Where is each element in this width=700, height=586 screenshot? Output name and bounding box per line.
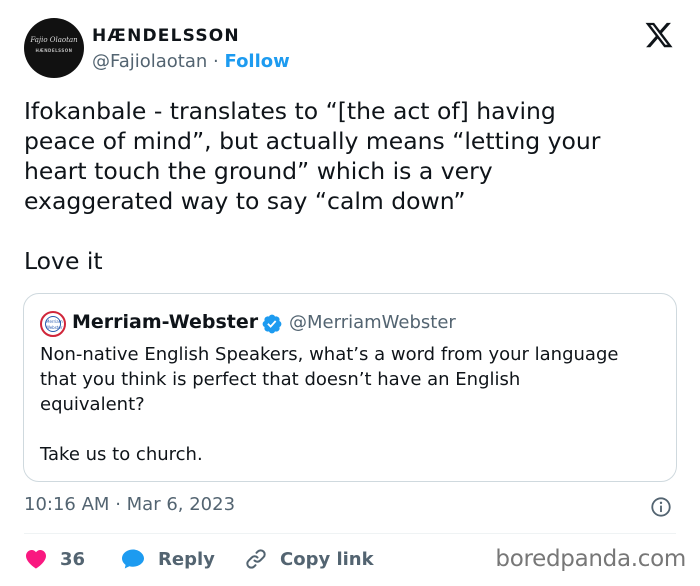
quoted-text: Non-native English Speakers, what’s a wo… — [40, 342, 670, 467]
info-icon[interactable] — [650, 496, 672, 518]
reply-icon — [122, 549, 144, 569]
quoted-display-name[interactable]: Merriam-Webster — [72, 311, 258, 333]
quoted-avatar-text: Merriam Webster — [45, 316, 63, 332]
author-handle-line: @Fajiolaotan · Follow — [92, 51, 290, 72]
author-display-name[interactable]: HÆNDELSSON — [92, 26, 240, 46]
follow-button[interactable]: Follow — [225, 51, 290, 72]
tweet-line: peace of mind”, but actually means “lett… — [24, 127, 601, 155]
quoted-avatar[interactable]: Merriam Webster — [40, 311, 66, 337]
tweet-closing: Love it — [24, 247, 103, 275]
verified-badge-icon — [262, 314, 282, 334]
quoted-line: that you think is perfect that doesn’t h… — [40, 369, 521, 390]
link-icon — [246, 549, 266, 569]
copy-link-button[interactable]: Copy link — [244, 544, 374, 574]
watermark: boredpanda.com — [495, 546, 686, 572]
tweet-line: Ifokanbale - translates to “[the act of]… — [24, 97, 556, 125]
like-count: 36 — [60, 548, 86, 570]
x-logo-icon[interactable] — [644, 20, 674, 50]
tweet-time: 10:16 AM — [24, 494, 110, 515]
tweet-actions: 36 Reply Copy link — [24, 544, 504, 574]
timestamp-separator: · — [115, 494, 121, 515]
author-handle[interactable]: @Fajiolaotan — [92, 51, 207, 72]
quoted-line: Non-native English Speakers, what’s a wo… — [40, 344, 619, 365]
quoted-tweet[interactable]: Merriam Webster Merriam-Webster @Merriam… — [23, 293, 677, 482]
quoted-handle[interactable]: @MerriamWebster — [289, 312, 456, 333]
quoted-closing: Take us to church. — [40, 444, 203, 465]
copy-link-label: Copy link — [280, 548, 374, 570]
avatar-signature: Fajio Olaotan — [30, 36, 78, 44]
handle-separator: · — [213, 51, 219, 72]
quoted-line: equivalent? — [40, 394, 145, 415]
reply-label: Reply — [158, 548, 215, 570]
tweet-text: Ifokanbale - translates to “[the act of]… — [24, 96, 684, 276]
heart-icon — [26, 550, 46, 569]
tweet-line: exaggerated way to say “calm down” — [24, 187, 466, 215]
tweet-header: Fajio Olaotan HÆNDELSSON HÆNDELSSON @Faj… — [24, 18, 676, 80]
tweet-timestamp[interactable]: 10:16 AM · Mar 6, 2023 — [24, 494, 235, 515]
tweet-date: Mar 6, 2023 — [126, 494, 236, 515]
reply-button[interactable]: Reply — [120, 544, 215, 574]
author-avatar[interactable]: Fajio Olaotan HÆNDELSSON — [24, 18, 84, 78]
divider — [24, 533, 676, 534]
like-button[interactable]: 36 — [24, 544, 85, 574]
tweet-line: heart touch the ground” which is a very — [24, 157, 493, 185]
avatar-brand: HÆNDELSSON — [35, 48, 73, 53]
